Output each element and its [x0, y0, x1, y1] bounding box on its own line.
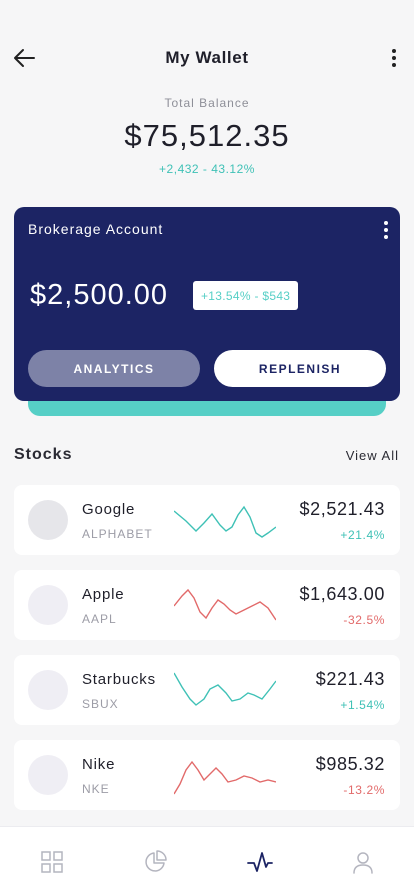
- tab-dashboard[interactable]: [37, 847, 67, 877]
- tab-activity[interactable]: [245, 847, 275, 877]
- card-title: Brokerage Account: [28, 221, 164, 237]
- stock-change: +21.4%: [340, 528, 385, 542]
- total-balance-value: $75,512.35: [124, 118, 290, 153]
- stock-name: Google: [82, 501, 136, 518]
- stock-ticker: ALPHABET: [82, 527, 153, 541]
- card-amount: $2,500.00: [30, 279, 169, 311]
- analytics-button[interactable]: ANALYTICS: [28, 350, 200, 387]
- grid-icon: [41, 851, 63, 873]
- stock-row-nike[interactable]: Nike NKE $985.32 -13.2%: [14, 740, 400, 810]
- stock-price: $2,521.43: [299, 499, 385, 519]
- stocks-section-title: Stocks: [14, 446, 73, 463]
- stock-price: $985.32: [315, 754, 385, 774]
- total-balance-change: +2,432 - 43.12%: [159, 162, 255, 176]
- stock-row-apple[interactable]: Apple AAPL $1,643.00 -32.5%: [14, 570, 400, 640]
- total-balance-label: Total Balance: [164, 96, 250, 110]
- sparkline-icon: [174, 760, 276, 795]
- stock-name: Starbucks: [82, 671, 156, 688]
- tab-statistics[interactable]: [140, 847, 170, 877]
- view-all-link[interactable]: View All: [346, 448, 399, 463]
- card-change-badge: +13.54% - $543: [193, 281, 299, 310]
- tab-profile[interactable]: [348, 847, 378, 877]
- bottom-tab-bar: [0, 826, 414, 896]
- stock-ticker: AAPL: [82, 612, 117, 626]
- brokerage-account-card: Brokerage Account $2,500.00 +13.54% - $5…: [14, 207, 400, 401]
- stock-change: -32.5%: [343, 613, 385, 627]
- apple-logo: [28, 585, 68, 625]
- sparkline-icon: [174, 588, 276, 621]
- starbucks-logo: [28, 670, 68, 710]
- activity-icon: [247, 852, 273, 872]
- sparkline-icon: [174, 672, 276, 706]
- google-logo: [28, 500, 68, 540]
- stock-price: $1,643.00: [299, 584, 385, 604]
- page-title: My Wallet: [165, 48, 249, 67]
- replenish-button[interactable]: REPLENISH: [214, 350, 386, 387]
- user-icon: [353, 852, 373, 874]
- app-header: My Wallet: [0, 40, 414, 76]
- stock-price: $221.43: [315, 669, 385, 689]
- sparkline-icon: [174, 505, 276, 538]
- stock-name: Nike: [82, 756, 116, 773]
- card-more-icon[interactable]: [384, 221, 388, 239]
- stock-change: +1.54%: [340, 698, 385, 712]
- stock-change: -13.2%: [343, 783, 385, 797]
- stock-name: Apple: [82, 586, 125, 603]
- stock-row-google[interactable]: Google ALPHABET $2,521.43 +21.4%: [14, 485, 400, 555]
- nike-logo: [28, 755, 68, 795]
- stock-row-starbucks[interactable]: Starbucks SBUX $221.43 +1.54%: [14, 655, 400, 725]
- pie-chart-icon: [145, 850, 167, 872]
- stock-ticker: NKE: [82, 782, 110, 796]
- stock-ticker: SBUX: [82, 697, 119, 711]
- more-vertical-icon[interactable]: [384, 44, 404, 72]
